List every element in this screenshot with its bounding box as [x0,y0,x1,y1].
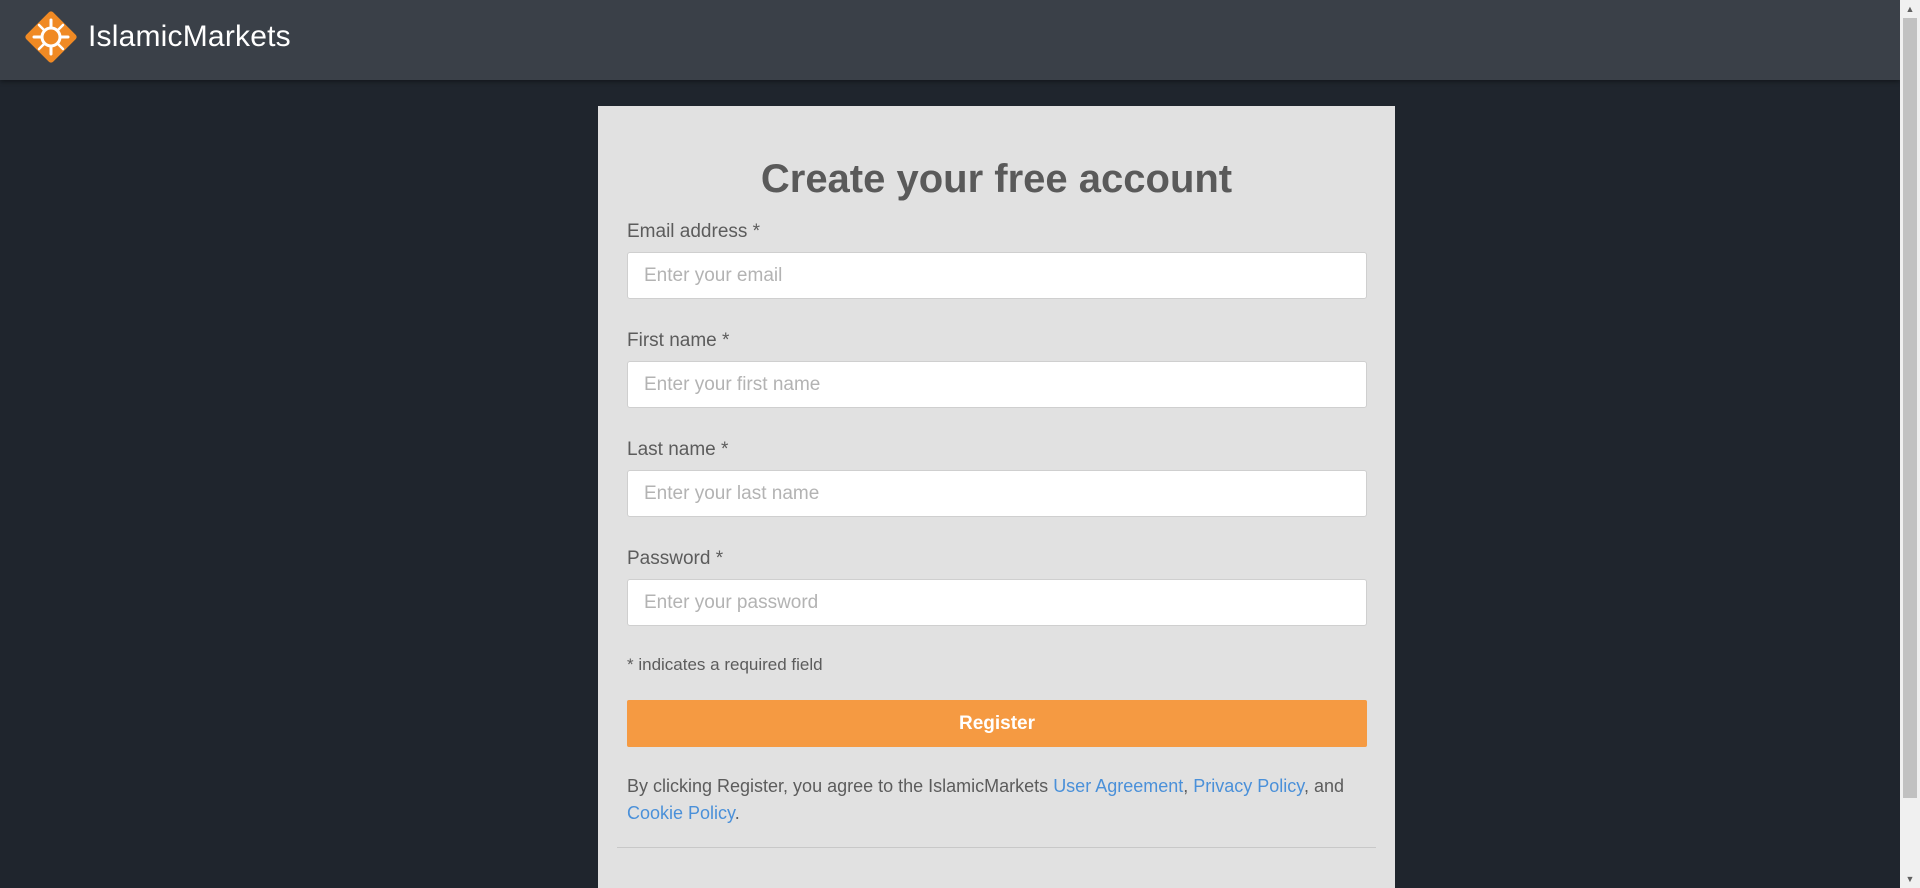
top-navigation-bar: IslamicMarkets [0,0,1900,80]
first-name-label: First name * [627,330,730,351]
last-name-input[interactable] [627,470,1367,517]
registration-card: Create your free account Email address *… [598,106,1395,888]
email-label: Email address * [627,221,761,242]
legal-suffix: . [734,803,740,823]
scroll-down-arrow-icon[interactable]: ▼ [1900,870,1920,888]
cookie-policy-link[interactable]: Cookie Policy [627,803,735,823]
first-name-input[interactable] [627,361,1367,408]
privacy-policy-link[interactable]: Privacy Policy [1193,776,1304,796]
last-name-label: Last name * [627,439,729,460]
password-input[interactable] [627,579,1367,626]
legal-prefix: By clicking Register, you agree to the I… [627,776,1054,796]
islamicmarkets-logo-icon [25,11,77,63]
legal-separator-1: , [1183,776,1194,796]
page: IslamicMarkets Create your free account … [0,0,1920,888]
register-button[interactable]: Register [627,700,1367,747]
divider [617,847,1376,848]
brand-name: IslamicMarkets [88,20,291,53]
password-label: Password * [627,548,724,569]
email-input[interactable] [627,252,1367,299]
legal-agreement-text: By clicking Register, you agree to the I… [627,773,1366,827]
scrollbar-thumb[interactable] [1903,18,1917,798]
password-field-group: Password * [627,547,1367,626]
first-name-field-group: First name * [627,329,1367,408]
user-agreement-link[interactable]: User Agreement [1053,776,1183,796]
vertical-scrollbar[interactable]: ▲ ▼ [1900,0,1920,888]
legal-separator-2: , and [1303,776,1345,796]
required-field-note: * indicates a required field [627,655,823,674]
scroll-up-arrow-icon[interactable]: ▲ [1900,0,1920,18]
last-name-field-group: Last name * [627,438,1367,517]
brand-home-link[interactable]: IslamicMarkets [24,9,291,65]
page-title: Create your free account [760,157,1233,201]
email-field-group: Email address * [627,220,1367,299]
